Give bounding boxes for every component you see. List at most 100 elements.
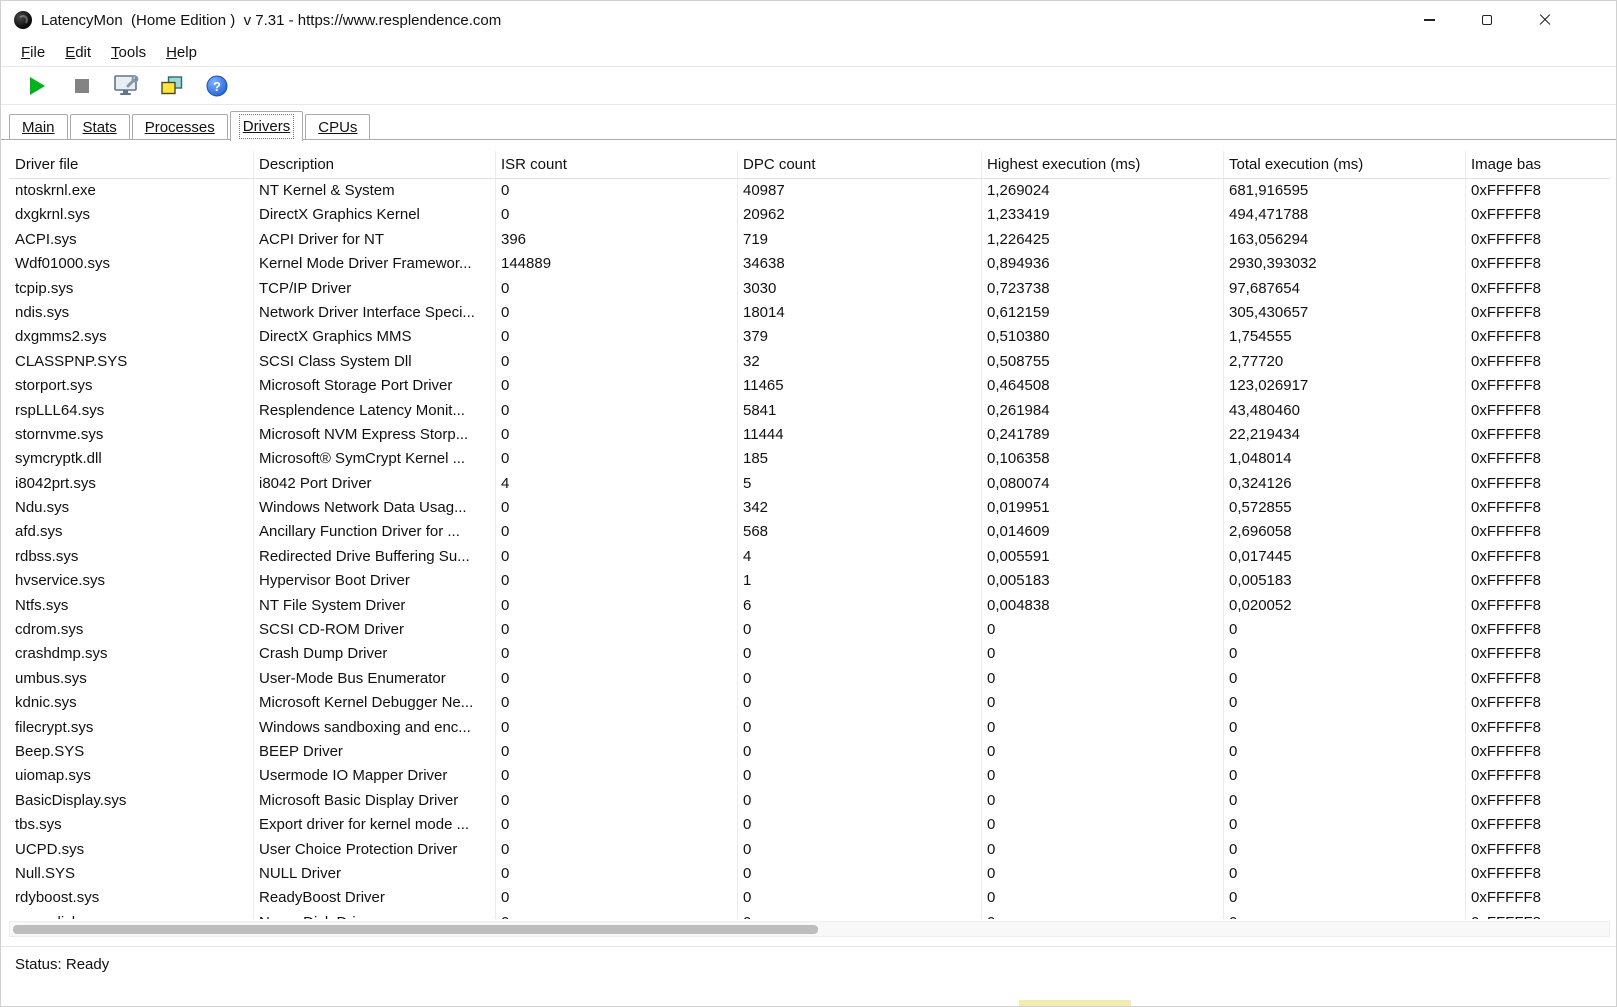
cell-driver-file: Beep.SYS (9, 740, 253, 764)
cell-highest-execution: 0,004838 (981, 594, 1223, 618)
cell-isr-count: 0 (495, 301, 737, 325)
cell-total-execution: 0,324126 (1223, 472, 1465, 496)
cell-isr-count: 0 (495, 838, 737, 862)
cell-description: Microsoft NVM Express Storp... (253, 423, 495, 447)
table-row[interactable]: symcryptk.dll Microsoft® SymCrypt Kernel… (9, 447, 1610, 471)
table-row[interactable]: kdnic.sys Microsoft Kernel Debugger Ne..… (9, 691, 1610, 715)
cell-description: ReadyBoost Driver (253, 886, 495, 910)
menu-tools[interactable]: Tools (101, 44, 156, 61)
cell-total-execution: 0 (1223, 691, 1465, 715)
options-button[interactable] (113, 72, 141, 100)
tab-cpus[interactable]: CPUs (305, 114, 370, 140)
cell-highest-execution: 0,005183 (981, 569, 1223, 593)
stop-icon (75, 79, 89, 93)
table-row[interactable]: ACPI.sys ACPI Driver for NT 396 719 1,22… (9, 228, 1610, 252)
table-row[interactable]: afd.sys Ancillary Function Driver for ..… (9, 520, 1610, 544)
table-row[interactable]: tcpip.sys TCP/IP Driver 0 3030 0,723738 … (9, 277, 1610, 301)
cell-total-execution: 97,687654 (1223, 277, 1465, 301)
menu-edit-label: Edit (65, 44, 91, 61)
cell-isr-count: 0 (495, 691, 737, 715)
cell-driver-file: CLASSPNP.SYS (9, 350, 253, 374)
cell-image-base: 0xFFFFF8 (1465, 472, 1555, 496)
menu-help[interactable]: Help (156, 44, 207, 61)
table-row[interactable]: BasicDisplay.sys Microsoft Basic Display… (9, 789, 1610, 813)
column-header-dpc-count[interactable]: DPC count (737, 151, 981, 178)
horizontal-scrollbar[interactable] (9, 921, 1610, 937)
stop-monitor-button[interactable] (68, 72, 96, 100)
cell-description: SCSI Class System Dll (253, 350, 495, 374)
column-header-total-execution[interactable]: Total execution (ms) (1223, 151, 1465, 178)
tab-main[interactable]: Main (9, 114, 68, 140)
table-row[interactable]: storport.sys Microsoft Storage Port Driv… (9, 374, 1610, 398)
cell-dpc-count: 18014 (737, 301, 981, 325)
cell-highest-execution: 0,005591 (981, 545, 1223, 569)
cell-total-execution: 0,017445 (1223, 545, 1465, 569)
cell-driver-file: Ntfs.sys (9, 594, 253, 618)
minimize-button[interactable] (1400, 1, 1458, 39)
table-row[interactable]: cdrom.sys SCSI CD-ROM Driver 0 0 0 0 0xF… (9, 618, 1610, 642)
table-row[interactable]: ndis.sys Network Driver Interface Speci.… (9, 301, 1610, 325)
table-row[interactable]: Ntfs.sys NT File System Driver 0 6 0,004… (9, 594, 1610, 618)
cell-total-execution: 0 (1223, 764, 1465, 788)
table-row[interactable]: rspLLL64.sys Resplendence Latency Monit.… (9, 399, 1610, 423)
tab-drivers[interactable]: Drivers (230, 111, 304, 141)
tab-processes[interactable]: Processes (132, 114, 228, 140)
cell-isr-count: 0 (495, 911, 737, 919)
table-row[interactable]: numadisk.sys Numa Disk Driver 0 0 0 0 0x… (9, 911, 1610, 919)
close-button[interactable] (1516, 1, 1574, 39)
table-row[interactable]: uiomap.sys Usermode IO Mapper Driver 0 0… (9, 764, 1610, 788)
table-row[interactable]: dxgkrnl.sys DirectX Graphics Kernel 0 20… (9, 203, 1610, 227)
table-row[interactable]: rdbss.sys Redirected Drive Buffering Su.… (9, 545, 1610, 569)
cell-dpc-count: 40987 (737, 179, 981, 203)
table-row[interactable]: UCPD.sys User Choice Protection Driver 0… (9, 838, 1610, 862)
cell-isr-count: 0 (495, 179, 737, 203)
column-header-description[interactable]: Description (253, 151, 495, 178)
menu-edit[interactable]: Edit (55, 44, 101, 61)
tab-stats[interactable]: Stats (70, 114, 130, 140)
table-row[interactable]: tbs.sys Export driver for kernel mode ..… (9, 813, 1610, 837)
app-window: LatencyMon (Home Edition ) v 7.31 - http… (0, 0, 1617, 1007)
cell-driver-file: ACPI.sys (9, 228, 253, 252)
cell-image-base: 0xFFFFF8 (1465, 667, 1555, 691)
cell-driver-file: i8042prt.sys (9, 472, 253, 496)
column-header-driver-file[interactable]: Driver file (9, 151, 253, 178)
column-header-image-base[interactable]: Image bas (1465, 151, 1555, 178)
table-row[interactable]: Beep.SYS BEEP Driver 0 0 0 0 0xFFFFF8 (9, 740, 1610, 764)
menubar: File Edit Tools Help (1, 39, 1616, 67)
table-row[interactable]: dxgmms2.sys DirectX Graphics MMS 0 379 0… (9, 325, 1610, 349)
cell-highest-execution: 0,723738 (981, 277, 1223, 301)
table-row[interactable]: CLASSPNP.SYS SCSI Class System Dll 0 32 … (9, 350, 1610, 374)
cell-isr-count: 0 (495, 447, 737, 471)
table-row[interactable]: Null.SYS NULL Driver 0 0 0 0 0xFFFFF8 (9, 862, 1610, 886)
cell-driver-file: numadisk.sys (9, 911, 253, 919)
table-row[interactable]: Ndu.sys Windows Network Data Usag... 0 3… (9, 496, 1610, 520)
cell-isr-count: 0 (495, 569, 737, 593)
table-row[interactable]: filecrypt.sys Windows sandboxing and enc… (9, 716, 1610, 740)
cell-image-base: 0xFFFFF8 (1465, 325, 1555, 349)
table-row[interactable]: umbus.sys User-Mode Bus Enumerator 0 0 0… (9, 667, 1610, 691)
table-row[interactable]: crashdmp.sys Crash Dump Driver 0 0 0 0 0… (9, 642, 1610, 666)
cell-total-execution: 22,219434 (1223, 423, 1465, 447)
help-button[interactable]: ? (203, 72, 231, 100)
cell-isr-count: 0 (495, 886, 737, 910)
table-row[interactable]: i8042prt.sys i8042 Port Driver 4 5 0,080… (9, 472, 1610, 496)
titlebar[interactable]: LatencyMon (Home Edition ) v 7.31 - http… (1, 1, 1616, 39)
cell-isr-count: 0 (495, 642, 737, 666)
close-icon (1539, 14, 1551, 26)
copy-report-button[interactable] (158, 72, 186, 100)
table-row[interactable]: ntoskrnl.exe NT Kernel & System 0 40987 … (9, 179, 1610, 203)
table-row[interactable]: hvservice.sys Hypervisor Boot Driver 0 1… (9, 569, 1610, 593)
cell-driver-file: kdnic.sys (9, 691, 253, 715)
cell-image-base: 0xFFFFF8 (1465, 179, 1555, 203)
column-header-isr-count[interactable]: ISR count (495, 151, 737, 178)
maximize-button[interactable] (1458, 1, 1516, 39)
cell-description: Redirected Drive Buffering Su... (253, 545, 495, 569)
table-row[interactable]: Wdf01000.sys Kernel Mode Driver Framewor… (9, 252, 1610, 276)
menu-file[interactable]: File (11, 44, 55, 61)
column-header-highest-execution[interactable]: Highest execution (ms) (981, 151, 1223, 178)
start-monitor-button[interactable] (23, 72, 51, 100)
table-row[interactable]: rdyboost.sys ReadyBoost Driver 0 0 0 0 0… (9, 886, 1610, 910)
table-row[interactable]: stornvme.sys Microsoft NVM Express Storp… (9, 423, 1610, 447)
cell-highest-execution: 0,261984 (981, 399, 1223, 423)
horizontal-scrollbar-thumb[interactable] (13, 925, 818, 934)
